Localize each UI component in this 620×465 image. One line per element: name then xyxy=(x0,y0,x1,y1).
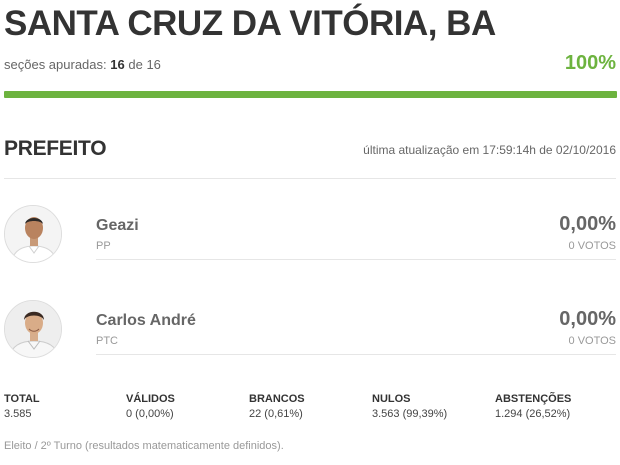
stat-value: 0 (0,00%) xyxy=(126,408,174,420)
sections-counted-value: 16 xyxy=(110,57,125,72)
sections-total-value: 16 xyxy=(146,57,161,72)
stat-null: NULOS 3.563 (99,39%) xyxy=(372,393,447,420)
stat-value: 1.294 (26,52%) xyxy=(495,408,571,420)
divider xyxy=(4,178,616,179)
stat-label: NULOS xyxy=(372,393,411,405)
result-footnote: Eleito / 2º Turno (resultados matematica… xyxy=(4,440,284,452)
candidate-votes: 0 VOTOS xyxy=(568,335,616,347)
divider xyxy=(96,354,616,355)
sections-counted: seções apuradas: 16 de 16 xyxy=(4,57,161,72)
percent-counted: 100% xyxy=(564,52,616,74)
stat-valid: VÁLIDOS 0 (0,00%) xyxy=(126,393,175,420)
candidate-name: Carlos André xyxy=(96,312,196,329)
candidate-party: PTC xyxy=(96,335,118,347)
candidate-percent: 0,00% xyxy=(559,213,616,235)
divider xyxy=(96,259,616,260)
candidate-photo-icon xyxy=(4,300,62,358)
sections-of: de xyxy=(128,57,143,72)
stat-total: TOTAL 3.585 xyxy=(4,393,40,420)
city-title: SANTA CRUZ DA VITÓRIA, BA xyxy=(4,4,496,43)
stat-label: VÁLIDOS xyxy=(126,393,175,405)
candidate-votes: 0 VOTOS xyxy=(568,240,616,252)
stat-label: ABSTENÇÕES xyxy=(495,393,572,405)
stat-value: 3.585 xyxy=(4,408,32,420)
candidate-photo-icon xyxy=(4,205,62,263)
progress-bar-fill xyxy=(4,91,617,98)
stat-value: 22 (0,61%) xyxy=(249,408,303,420)
candidate-row[interactable]: Geazi PP 0,00% 0 VOTOS xyxy=(4,205,616,275)
stat-label: TOTAL xyxy=(4,393,40,405)
stat-value: 3.563 (99,39%) xyxy=(372,408,448,420)
candidate-name: Geazi xyxy=(96,217,139,234)
candidate-row[interactable]: Carlos André PTC 0,00% 0 VOTOS xyxy=(4,300,616,370)
candidate-percent: 0,00% xyxy=(559,308,616,330)
stat-blank: BRANCOS 22 (0,61%) xyxy=(249,393,305,420)
candidate-party: PP xyxy=(96,240,111,252)
stat-label: BRANCOS xyxy=(249,393,305,405)
sections-label: seções apuradas: xyxy=(4,57,107,72)
stat-abstentions: ABSTENÇÕES 1.294 (26,52%) xyxy=(495,393,571,420)
progress-bar xyxy=(4,91,617,98)
office-title: PREFEITO xyxy=(4,137,107,160)
last-update-timestamp: última atualização em 17:59:14h de 02/10… xyxy=(363,143,616,157)
